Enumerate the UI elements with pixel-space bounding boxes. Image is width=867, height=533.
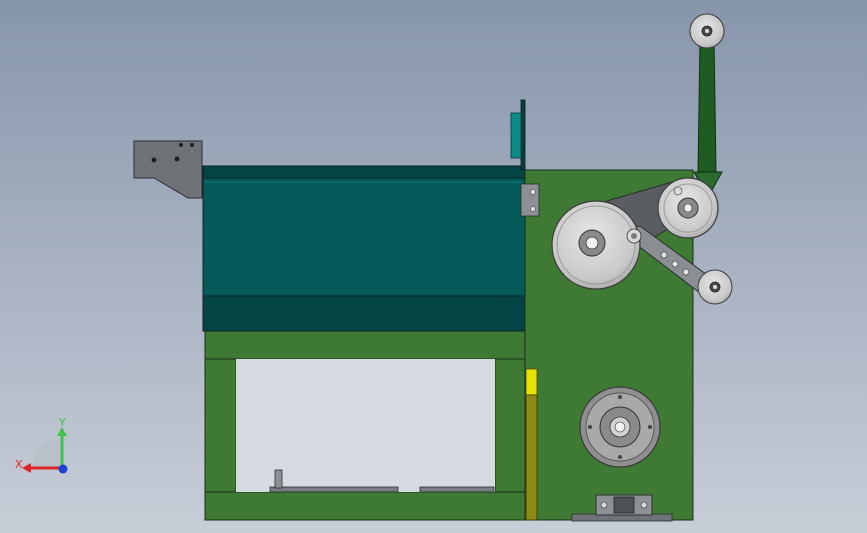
lower-disc-axle xyxy=(614,421,626,433)
tension-roller-axle xyxy=(713,285,717,289)
swing-arm-hole xyxy=(682,268,690,276)
floor-rail-right xyxy=(419,486,495,493)
cad-viewport[interactable]: Y X xyxy=(0,0,867,533)
lower-frame-right-leg[interactable] xyxy=(494,358,526,493)
bearing-block-center xyxy=(613,496,635,514)
side-bearing[interactable] xyxy=(520,183,540,217)
main-drive-wheel-axle xyxy=(585,236,599,250)
bearing-block-bolt xyxy=(600,501,608,509)
vertical-plate-mount[interactable] xyxy=(520,99,526,171)
lower-frame-left-leg[interactable] xyxy=(204,358,237,493)
bearing-block-bolt xyxy=(640,501,648,509)
bracket-hole xyxy=(174,156,180,162)
side-bearing-bolt xyxy=(530,206,536,212)
lower-frame-bottom-rail[interactable] xyxy=(204,491,526,521)
lower-frame-top-rail[interactable] xyxy=(204,330,526,360)
tension-arm-post[interactable] xyxy=(697,37,717,173)
lower-disc-bolt xyxy=(618,395,622,399)
hopper-bottom-band[interactable] xyxy=(202,295,526,332)
triad-x-label: X xyxy=(15,458,23,471)
upper-pulley-small xyxy=(673,186,683,196)
bracket-hole xyxy=(151,157,157,163)
triad-y-label: Y xyxy=(58,416,66,429)
lower-disc-bolt xyxy=(618,455,622,459)
upper-pulley-axle xyxy=(683,203,693,213)
floor-pin xyxy=(274,469,283,489)
hopper-body[interactable] xyxy=(202,177,526,297)
idler-pulley-small-hub xyxy=(631,233,637,239)
hopper-lip[interactable] xyxy=(202,165,526,179)
floor-rail-left xyxy=(269,486,399,493)
bracket-hole xyxy=(190,143,194,147)
lower-disc-bolt xyxy=(588,425,592,429)
vertical-teal-plate[interactable] xyxy=(510,112,522,159)
triad-z-axis xyxy=(58,464,68,474)
swing-arm-hole xyxy=(660,251,668,259)
bracket-hole xyxy=(179,143,183,147)
top-guide-roller-axle xyxy=(705,29,709,33)
lower-disc-bolt xyxy=(648,425,652,429)
swing-arm-hole xyxy=(671,260,679,268)
side-bearing-bolt xyxy=(530,189,536,195)
yellow-indicator[interactable] xyxy=(525,368,538,396)
yellow-bar xyxy=(525,394,538,521)
machine-model-view[interactable]: Y X xyxy=(0,0,867,533)
